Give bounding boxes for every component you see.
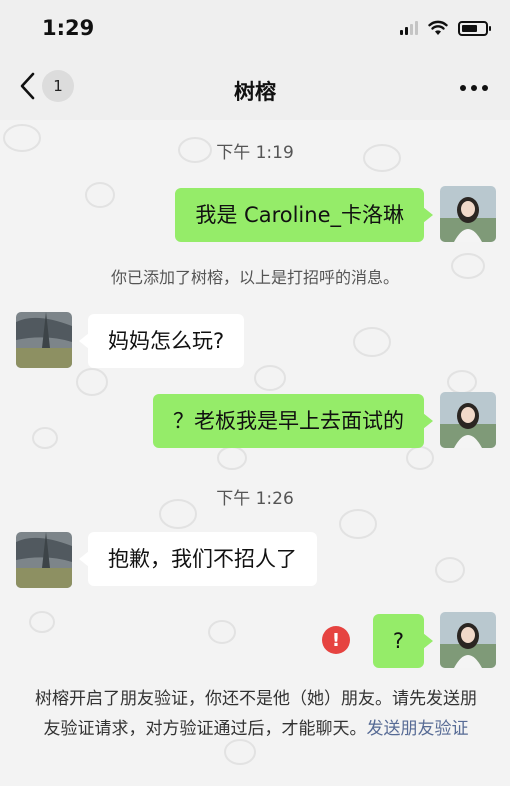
message-bubble-incoming[interactable]: 妈妈怎么玩? [78, 314, 245, 368]
timestamp: 下午 1:19 [216, 143, 294, 163]
signal-icon [400, 21, 418, 35]
self-avatar[interactable] [440, 186, 496, 242]
message-bubble-incoming[interactable]: 抱歉，我们不招人了 [79, 532, 317, 586]
timestamp: 下午 1:26 [216, 489, 294, 509]
contact-avatar[interactable] [16, 532, 72, 588]
message-bubble-outgoing[interactable]: ? [372, 614, 434, 668]
self-avatar[interactable] [440, 612, 496, 668]
battery-level [462, 24, 478, 32]
chat-title: 树榕 [234, 80, 276, 104]
status-time: 1:29 [42, 16, 95, 40]
message-bubble-outgoing[interactable]: 我是 Caroline_卡洛琳 [175, 188, 433, 242]
message-bubble-outgoing[interactable]: ？老板我是早上去面试的 [153, 394, 433, 448]
status-bar: 1:29 [0, 0, 510, 56]
chat-header: 1 树榕 [0, 56, 510, 120]
send-verification-link[interactable]: 发送朋友验证 [367, 719, 469, 739]
contact-avatar[interactable] [16, 312, 72, 368]
wifi-icon [428, 20, 448, 35]
exclamation-icon[interactable]: ! [322, 626, 350, 654]
chat-area[interactable]: 下午 1:19 我是 Caroline_卡洛琳 你已添加了树榕，以上是打招呼的消… [0, 120, 510, 786]
self-avatar[interactable] [440, 392, 496, 448]
system-notice: 你已添加了树榕，以上是打招呼的消息。 [110, 268, 399, 287]
battery-icon [458, 20, 491, 36]
friend-verification-notice: 树榕开启了朋友验证，你还不是他（她）朋友。请先发送朋友验证请求，对方验证通过后，… [34, 684, 478, 744]
status-icons [400, 20, 491, 36]
more-dots-icon[interactable] [460, 76, 488, 100]
